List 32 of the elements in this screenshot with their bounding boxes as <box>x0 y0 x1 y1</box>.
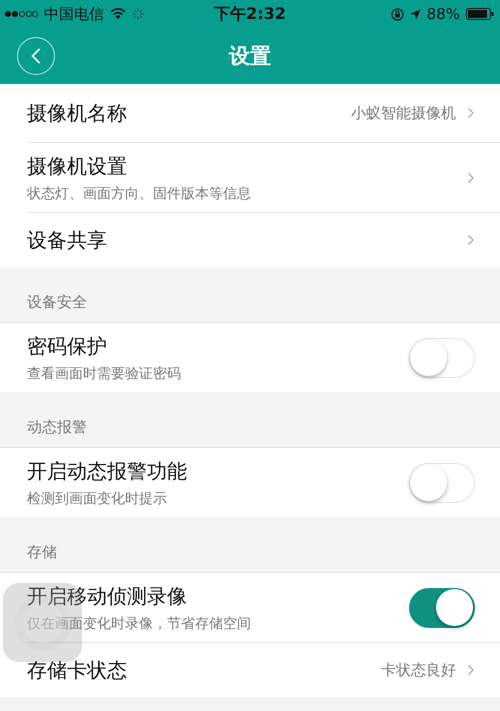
chevron-icon <box>468 108 474 118</box>
row-label: 密码保护 <box>27 332 108 360</box>
row-value: 小蚁智能摄像机 <box>351 104 456 122</box>
row-label: 开启移动侦测录像 <box>27 582 188 610</box>
back-button[interactable] <box>17 37 55 75</box>
section-title: 存储 <box>27 543 57 562</box>
wifi-icon <box>110 8 126 20</box>
row-description: 状态灯、画面方向、固件版本等信息 <box>27 184 252 202</box>
toggle-switch[interactable] <box>409 588 475 628</box>
row-label: 摄像机设置 <box>27 152 128 180</box>
section-title: 动态报警 <box>27 418 87 437</box>
row-label: 摄像机名称 <box>27 100 128 126</box>
page-title: 设置 <box>229 43 271 70</box>
loading-icon <box>132 8 144 20</box>
chevron-icon <box>468 235 474 245</box>
row-description: 查看画面时需要验证密码 <box>27 364 182 382</box>
status-time: 下午2:32 <box>214 4 286 24</box>
battery-percent: 88% <box>426 5 460 23</box>
row-label: 存储卡状态 <box>27 656 128 684</box>
back-icon <box>31 48 41 64</box>
row-label: 开启动态报警功能 <box>27 458 188 484</box>
chevron-icon <box>468 665 474 675</box>
chevron-icon <box>468 172 474 182</box>
location-icon <box>410 8 421 20</box>
row-value: 卡状态良好 <box>381 660 456 680</box>
section-title: 设备安全 <box>27 293 87 312</box>
carrier-name: 中国电信 <box>44 4 104 24</box>
battery-icon <box>466 8 494 20</box>
signal-icon <box>4 10 38 18</box>
row-description: 检测到画面变化时提示 <box>27 490 168 508</box>
rotation-lock-icon <box>390 8 404 20</box>
row-label: 设备共享 <box>27 226 108 254</box>
